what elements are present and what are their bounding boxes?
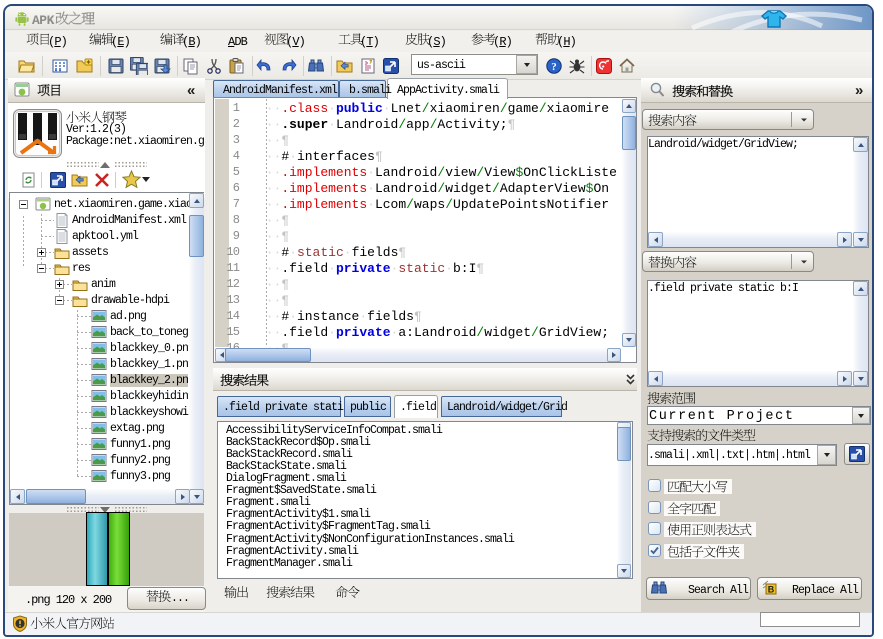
svg-text:?: ? bbox=[551, 61, 557, 73]
svg-text:B: B bbox=[768, 585, 775, 595]
